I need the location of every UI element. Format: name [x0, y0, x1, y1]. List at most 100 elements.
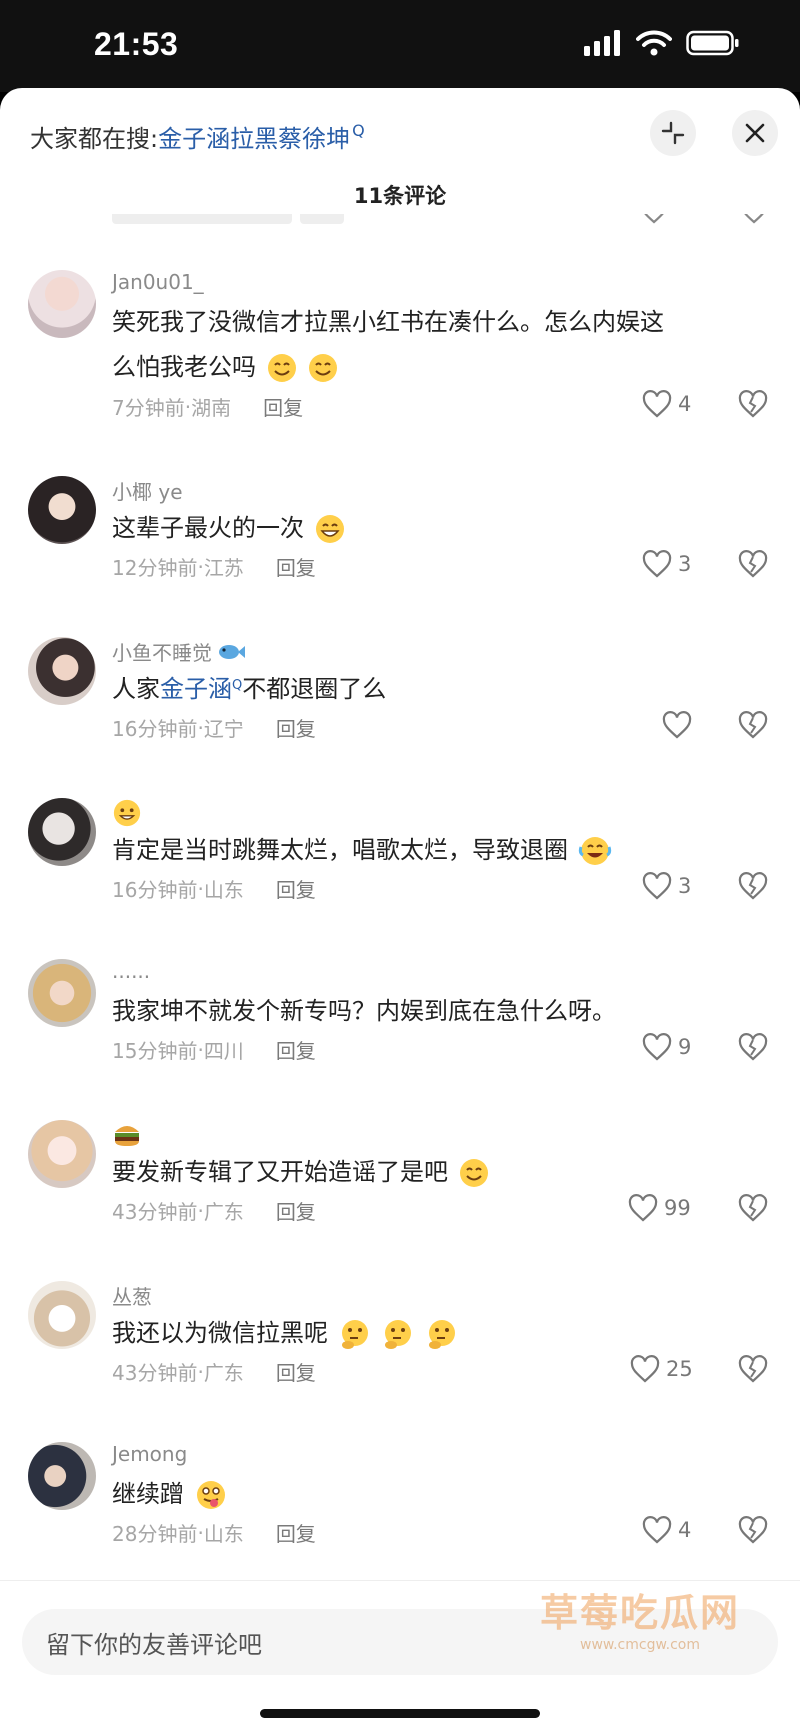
like-button[interactable] [662, 711, 698, 739]
reply-button[interactable]: 回复 [276, 713, 316, 742]
comment-item: 小鱼不睡觉 人家金子涵Q不都退圈了么 16分钟前 · 辽宁 回复 [0, 627, 800, 788]
reply-button[interactable]: 回复 [276, 1357, 316, 1386]
burger-emoji-icon [115, 1126, 139, 1146]
trending-search[interactable]: 大家都在搜: 金子涵拉黑蔡徐坤 Q [30, 116, 365, 156]
comment-count-title: 11条评论 [353, 184, 447, 208]
grin-emoji-icon [113, 799, 141, 827]
minimize-button[interactable] [650, 110, 696, 156]
grin-emoji-icon [315, 515, 344, 543]
comment-meta: 15分钟前 · 四川 回复 [112, 1035, 316, 1064]
comment-text-line: 笑死我了没微信才拉黑小红书在凑什么。怎么内娱这 [112, 308, 664, 336]
dislike-button[interactable] [738, 550, 768, 582]
comment-time: 43分钟前 [112, 1361, 198, 1385]
comment-time: 28分钟前 [112, 1522, 198, 1546]
status-time: 21:53 [94, 26, 179, 62]
signal-icon [584, 30, 620, 56]
comment-item: Jan0u01_ 笑死我了没微信才拉黑小红书在凑什么。怎么内娱这 么怕我老公吗 … [0, 260, 800, 421]
search-term-link[interactable]: 金子涵拉黑蔡徐坤 [158, 119, 350, 154]
like-button[interactable]: 9 [642, 1033, 691, 1061]
comment-time: 43分钟前 [112, 1200, 198, 1224]
reply-button[interactable]: 回复 [276, 552, 316, 581]
close-button[interactable] [732, 110, 778, 156]
comment-username[interactable]: 小椰 ye [112, 476, 183, 505]
reply-button[interactable]: 回复 [276, 874, 316, 903]
avatar[interactable] [28, 637, 96, 705]
comment-item: 要发新专辑了又开始造谣了是吧 43分钟前 · 广东 回复 99 [0, 1110, 800, 1271]
comment-region: 辽宁 [203, 717, 244, 741]
dislike-button[interactable] [738, 390, 768, 422]
avatar[interactable] [28, 959, 96, 1027]
smile-emoji-icon [309, 354, 338, 382]
like-count: 4 [678, 392, 692, 416]
reply-button[interactable]: 回复 [276, 1196, 316, 1225]
comment-region: 广东 [203, 1361, 244, 1385]
avatar[interactable] [28, 270, 96, 338]
watermark: 草莓吃瓜网 www.cmcgw.com [510, 1582, 770, 1653]
dislike-button[interactable] [738, 1516, 768, 1548]
heart-icon [642, 390, 672, 418]
comment-username[interactable]: ...... [112, 959, 150, 983]
watermark-title: 草莓吃瓜网 [539, 1591, 740, 1635]
comment-time: 15分钟前 [112, 1039, 198, 1063]
thinking-emoji-icon [385, 1320, 412, 1349]
comment-text-line: 要发新专辑了又开始造谣了是吧 [112, 1158, 448, 1186]
like-button[interactable]: 3 [642, 872, 691, 900]
avatar[interactable] [28, 1442, 96, 1510]
dislike-button[interactable] [738, 711, 768, 743]
reply-button[interactable]: 回复 [263, 392, 303, 421]
reply-button[interactable]: 回复 [276, 1518, 316, 1547]
smile-emoji-icon [267, 354, 296, 382]
comment-meta: 28分钟前 · 山东 回复 [112, 1518, 316, 1547]
avatar[interactable] [28, 476, 96, 544]
like-button[interactable]: 4 [642, 390, 691, 418]
comment-region: 江苏 [203, 556, 244, 580]
comment-list: Jan0u01_ 笑死我了没微信才拉黑小红书在凑什么。怎么内娱这 么怕我老公吗 … [0, 260, 800, 1548]
keyword-search-icon: Q [232, 678, 243, 693]
comment-region: 广东 [203, 1200, 244, 1224]
comment-username[interactable]: Jan0u01_ [112, 270, 204, 294]
avatar[interactable] [28, 1281, 96, 1349]
like-count: 3 [678, 874, 692, 898]
heart-icon [662, 711, 692, 739]
like-count: 9 [678, 1035, 692, 1059]
comment-username[interactable]: 丛葱 [112, 1281, 152, 1310]
avatar[interactable] [28, 798, 96, 866]
watermark-url: www.cmcgw.com [580, 1637, 700, 1653]
comment-text: 肯定是当时跳舞太烂，唱歌太烂，导致退圈 [112, 828, 752, 873]
smile-emoji-icon [459, 1159, 488, 1187]
dislike-button[interactable] [738, 1194, 768, 1226]
broken-heart-icon [738, 390, 768, 418]
comment-meta: 43分钟前 · 广东 回复 [112, 1196, 316, 1225]
broken-heart-icon [738, 1516, 768, 1544]
heart-icon [642, 872, 672, 900]
comment-text: 我家坤不就发个新专吗？内娱到底在急什么呀。 [112, 989, 752, 1034]
comment-text-part: 人家 [112, 675, 160, 703]
comment-text-line: 么怕我老公吗 [112, 353, 256, 381]
heart-icon [628, 1194, 658, 1222]
avatar[interactable] [28, 1120, 96, 1188]
comment-text-line: 肯定是当时跳舞太烂，唱歌太烂，导致退圈 [112, 836, 568, 864]
like-count: 25 [666, 1357, 693, 1381]
like-button[interactable]: 4 [642, 1516, 691, 1544]
comment-username[interactable]: 小鱼不睡觉 [112, 637, 212, 666]
dislike-button[interactable] [738, 1033, 768, 1065]
like-button[interactable]: 3 [642, 550, 691, 578]
like-button[interactable]: 99 [628, 1194, 691, 1222]
comment-meta: 12分钟前 · 江苏 回复 [112, 552, 316, 581]
like-button[interactable]: 25 [630, 1355, 693, 1383]
broken-heart-icon [744, 214, 764, 224]
home-indicator[interactable] [260, 1709, 540, 1718]
comment-username[interactable]: Jemong [112, 1442, 187, 1466]
broken-heart-icon [738, 1194, 768, 1222]
comment-time: 12分钟前 [112, 556, 198, 580]
dislike-button[interactable] [738, 1355, 768, 1387]
dislike-button[interactable] [738, 872, 768, 904]
reply-button[interactable]: 回复 [276, 1035, 316, 1064]
fish-emoji-icon [219, 644, 245, 659]
search-prefix: 大家都在搜: [30, 124, 159, 153]
comment-item: 丛葱 我还以为微信拉黑呢 43分钟前 · 广东 回复 25 [0, 1271, 800, 1432]
keyword-link[interactable]: 金子涵 [160, 675, 232, 703]
comment-meta: 16分钟前 · 山东 回复 [112, 874, 316, 903]
heart-icon [642, 1033, 672, 1061]
comment-text: 人家金子涵Q不都退圈了么 [112, 667, 752, 716]
